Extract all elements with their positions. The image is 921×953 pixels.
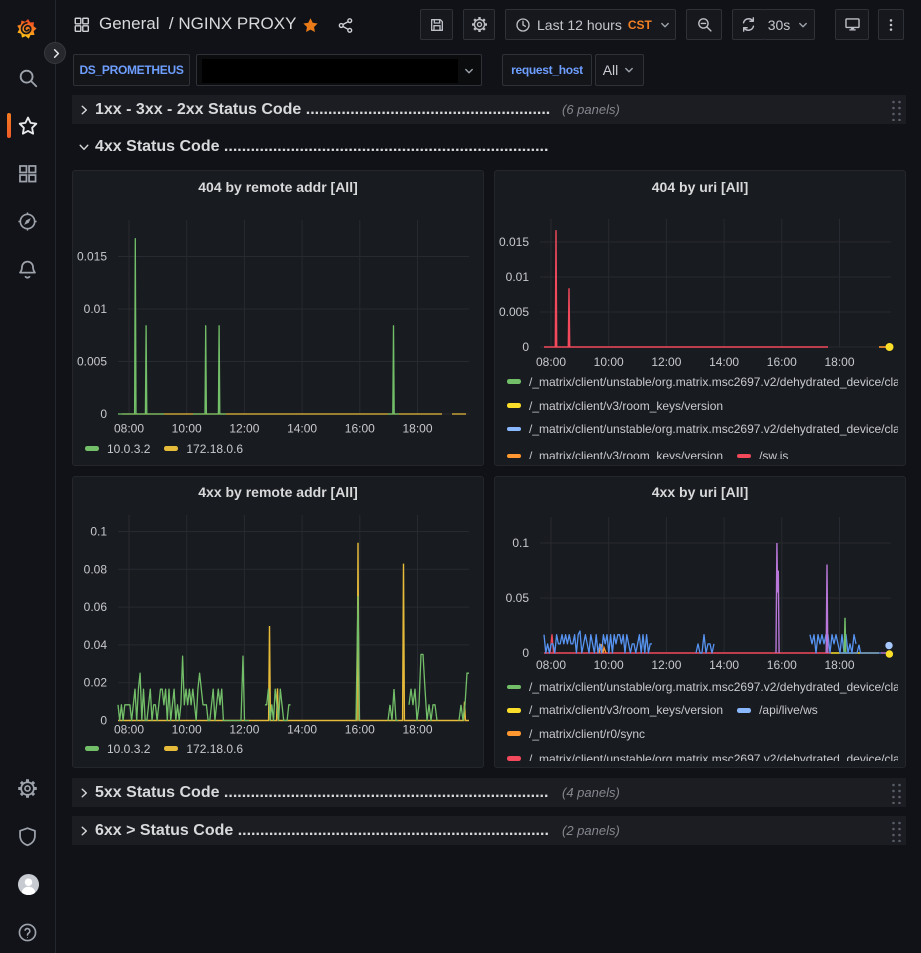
svg-text:0.02: 0.02	[84, 676, 108, 690]
svg-text:18:00: 18:00	[402, 723, 432, 737]
svg-text:08:00: 08:00	[114, 723, 144, 737]
svg-text:18:00: 18:00	[402, 422, 432, 436]
svg-text:08:00: 08:00	[114, 422, 144, 436]
svg-text:0.08: 0.08	[84, 562, 108, 576]
svg-text:0.005: 0.005	[77, 355, 107, 369]
svg-text:0.015: 0.015	[77, 250, 107, 264]
svg-text:12:00: 12:00	[229, 723, 259, 737]
svg-text:10:00: 10:00	[172, 723, 202, 737]
svg-text:14:00: 14:00	[287, 723, 317, 737]
svg-text:0: 0	[100, 407, 107, 421]
svg-text:12:00: 12:00	[229, 422, 259, 436]
svg-text:16:00: 16:00	[345, 723, 375, 737]
svg-text:0.1: 0.1	[90, 525, 107, 539]
svg-text:0.01: 0.01	[84, 302, 108, 316]
svg-text:10:00: 10:00	[172, 422, 202, 436]
svg-text:0.06: 0.06	[84, 600, 108, 614]
svg-text:16:00: 16:00	[345, 422, 375, 436]
svg-text:0: 0	[100, 714, 107, 728]
svg-text:0.04: 0.04	[84, 638, 108, 652]
svg-text:14:00: 14:00	[287, 422, 317, 436]
